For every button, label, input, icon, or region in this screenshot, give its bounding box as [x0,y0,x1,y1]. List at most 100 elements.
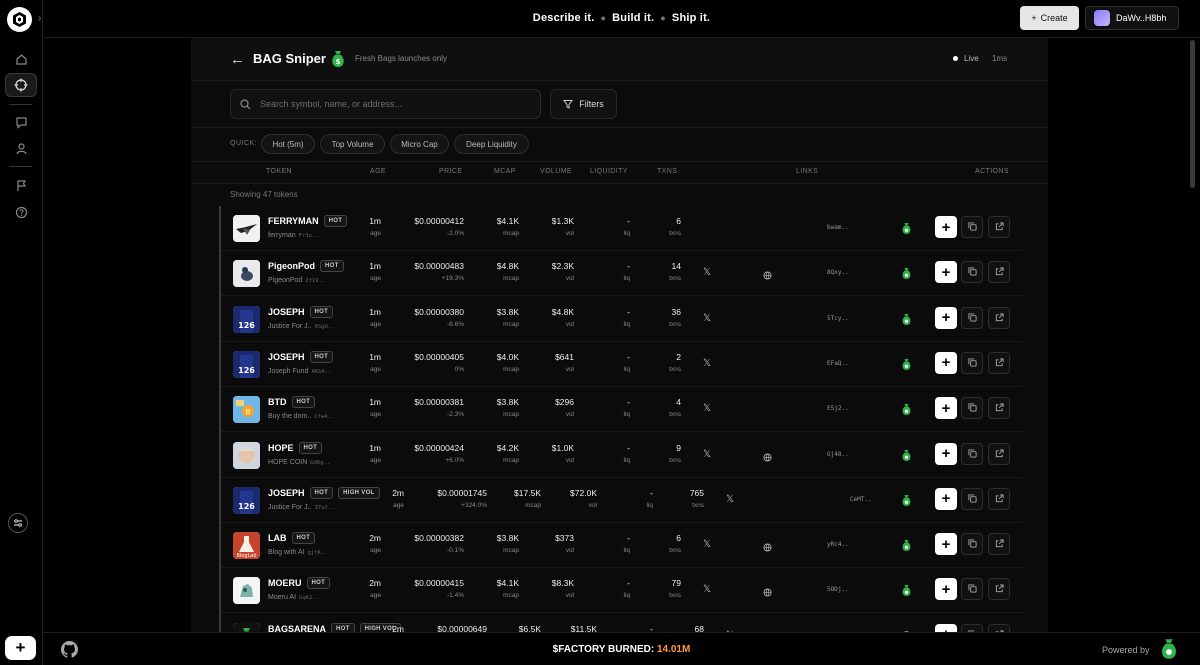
copy-button[interactable] [961,487,983,510]
buy-plus-button[interactable]: + [935,623,957,632]
bags-link-icon[interactable] [901,267,912,285]
token-thumbnail[interactable] [233,622,260,632]
settings-toggle-icon[interactable] [8,513,28,533]
copy-button[interactable] [961,216,983,238]
bags-link-icon[interactable] [901,403,912,421]
contract-address[interactable]: CeMT.. [850,496,872,503]
copy-button[interactable] [961,442,983,465]
open-external-button[interactable] [988,533,1010,556]
home-icon[interactable] [8,46,34,72]
bags-logo-icon[interactable] [1159,638,1179,665]
copy-button[interactable] [961,261,983,284]
chip-deep-liquidity[interactable]: Deep Liquidity [454,134,529,154]
token-symbol[interactable]: MOERU [268,578,302,588]
create-button[interactable]: + Create [1020,6,1079,30]
token-thumbnail[interactable] [233,215,260,242]
col-age[interactable]: AGE [370,168,386,175]
globe-icon[interactable] [763,449,772,467]
x-twitter-icon[interactable]: 𝕏 [703,267,711,278]
open-external-button[interactable] [988,623,1010,632]
token-symbol[interactable]: JOSEPH [268,352,305,362]
table-row[interactable]: 126 JOSEPH HOT HIGH VOL Justice For J.. 37uf.… [221,478,1023,523]
open-external-button[interactable] [988,487,1010,510]
token-symbol[interactable]: LAB [268,533,287,543]
copy-button[interactable] [961,623,983,632]
buy-plus-button[interactable]: + [935,487,957,510]
col-txns[interactable]: TXNS [657,168,677,175]
bags-link-icon[interactable] [901,313,912,331]
copy-button[interactable] [961,578,983,601]
app-logo[interactable] [7,7,32,32]
copy-button[interactable] [961,351,983,374]
token-symbol[interactable]: BAGSARENA [268,624,326,632]
buy-plus-button[interactable]: + [935,442,957,465]
table-row[interactable]: BAGSARENAHOTHIGH VOL2mage$0.00000649$6.5… [221,614,1023,632]
token-thumbnail[interactable]: B [233,396,260,424]
buy-plus-button[interactable]: + [935,261,957,284]
contract-address[interactable]: yRc4.. [827,541,849,548]
col-volume[interactable]: VOLUME [540,168,572,175]
open-external-button[interactable] [988,306,1010,329]
open-external-button[interactable] [988,351,1010,374]
open-external-button[interactable] [988,261,1010,284]
contract-address[interactable]: 5ODj.. [827,586,849,593]
token-thumbnail[interactable]: 126 [233,350,260,378]
table-row[interactable]: FERRYMAN HOT ferryman Fr3u.. 1m age $0.0000041… [221,206,1023,251]
buy-plus-button[interactable]: + [935,351,957,374]
bags-link-icon[interactable] [901,358,912,376]
col-liquidity[interactable]: LIQUIDITY [590,168,628,175]
x-twitter-icon[interactable]: 𝕏 [703,449,711,460]
chip-top-volume[interactable]: Top Volume [320,134,385,154]
copy-button[interactable] [961,397,983,420]
sniper-icon[interactable] [5,73,37,97]
chip-hot-5m[interactable]: Hot (5m) [261,134,315,154]
col-token[interactable]: TOKEN [266,168,292,175]
col-price[interactable]: PRICE [439,168,462,175]
table-row[interactable]: B BTD HOT Buy the dom.. Cfw4.. 1m age $0.000003… [221,387,1023,433]
table-row[interactable]: MOERU HOT Moeru AI GqA2.. 2m age $0.00000415 -1… [221,568,1023,614]
new-plus-button[interactable]: + [5,636,36,660]
chat-icon[interactable] [8,109,34,135]
filters-button[interactable]: Filters [550,89,617,119]
x-twitter-icon[interactable]: 𝕏 [703,584,711,595]
globe-icon[interactable] [763,267,772,285]
buy-plus-button[interactable]: + [935,533,957,556]
open-external-button[interactable] [988,578,1010,601]
token-thumbnail[interactable] [233,441,260,469]
copy-button[interactable] [961,306,983,329]
contract-address[interactable]: EFaQ.. [827,360,849,367]
table-row[interactable]: PigeonPod HOT PigeonPod 2f1V.. 1m age $0.00000… [221,251,1023,297]
x-twitter-icon[interactable]: 𝕏 [726,494,734,505]
contract-address[interactable]: Gj48.. [827,451,849,458]
buy-plus-button[interactable]: + [935,397,957,420]
open-external-button[interactable] [988,442,1010,465]
token-thumbnail[interactable]: 126 [233,305,260,333]
bags-link-icon[interactable] [901,222,912,240]
token-symbol[interactable]: HOPE [268,443,294,453]
scrollbar[interactable] [1190,40,1195,188]
chip-micro-cap[interactable]: Micro Cap [390,134,449,154]
token-thumbnail[interactable]: 126 [233,486,260,514]
buy-plus-button[interactable]: + [935,306,957,329]
token-symbol[interactable]: JOSEPH [268,488,305,498]
flag-icon[interactable] [8,172,34,198]
token-thumbnail[interactable] [233,577,260,605]
globe-icon[interactable] [763,584,772,602]
table-row[interactable]: 126 JOSEPH HOT Joseph Fund AKbA.. 1m age $0.000… [221,342,1023,387]
wallet-button[interactable]: DaWv..H8bh [1085,6,1179,30]
x-twitter-icon[interactable]: 𝕏 [703,358,711,369]
x-twitter-icon[interactable]: 𝕏 [703,403,711,414]
bags-link-icon[interactable] [901,494,912,512]
user-icon[interactable] [8,135,34,161]
bags-link-icon[interactable] [901,584,912,602]
chevron-right-icon[interactable]: › [38,13,41,24]
token-symbol[interactable]: PigeonPod [268,261,315,271]
search-input[interactable] [260,99,520,109]
table-row[interactable]: BlogLab LAB HOT Blog with AI gjtK.. 2m age $0.0… [221,523,1023,569]
token-symbol[interactable]: JOSEPH [268,307,305,317]
token-symbol[interactable]: FERRYMAN [268,216,319,226]
open-external-button[interactable] [988,216,1010,238]
token-symbol[interactable]: BTD [268,397,287,407]
contract-address[interactable]: bwam.. [827,224,849,231]
search-bar[interactable] [230,89,541,119]
